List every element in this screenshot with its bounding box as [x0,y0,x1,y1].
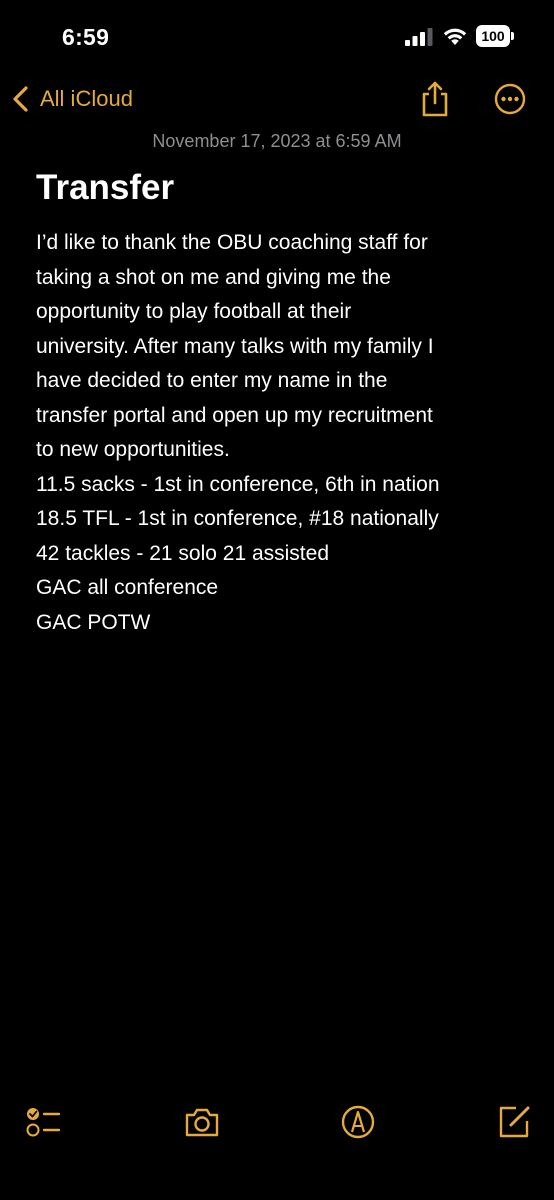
status-bar: 6:59 100 [0,0,554,72]
battery-cap [511,32,514,40]
cellular-signal-icon [405,28,433,46]
camera-icon[interactable] [182,1102,222,1142]
battery-indicator: 100 [476,25,514,47]
note-line: GAC all conference [36,576,219,599]
note-line: I’d like to thank the OBU coaching staff… [36,231,428,254]
compose-icon[interactable] [494,1102,534,1142]
note-body[interactable]: I’d like to thank the OBU coaching staff… [36,226,536,640]
markup-icon[interactable] [338,1102,378,1142]
chevron-left-icon [13,86,28,112]
share-icon[interactable] [418,80,452,118]
note-line: opportunity to play football at their [36,300,352,323]
checklist-icon[interactable] [24,1102,64,1142]
note-line: taking a shot on me and giving me the [36,265,391,289]
note-date: November 17, 2023 at 6:59 AM [152,131,402,151]
note-line: university. After many talks with my fam… [36,334,434,358]
note-line: GAC POTW [36,610,151,634]
note-line: 18.5 TFL - 1st in conference, #18 nation… [36,507,439,530]
status-time: 6:59 [62,24,110,50]
note-line: 11.5 sacks - 1st in conference, 6th in n… [36,472,440,496]
back-button-label: All iCloud [40,86,133,111]
wifi-icon [443,28,467,45]
battery-level: 100 [476,25,510,47]
note-line: transfer portal and open up my recruitme… [36,403,433,427]
note-line: to new opportunities. [36,438,230,461]
back-button[interactable]: All iCloud [10,80,133,118]
note-line: have decided to enter my name in the [36,369,388,392]
note-title[interactable]: Transfer [36,168,174,208]
note-line: 42 tackles - 21 solo 21 assisted [36,541,329,565]
more-icon[interactable] [494,83,526,115]
